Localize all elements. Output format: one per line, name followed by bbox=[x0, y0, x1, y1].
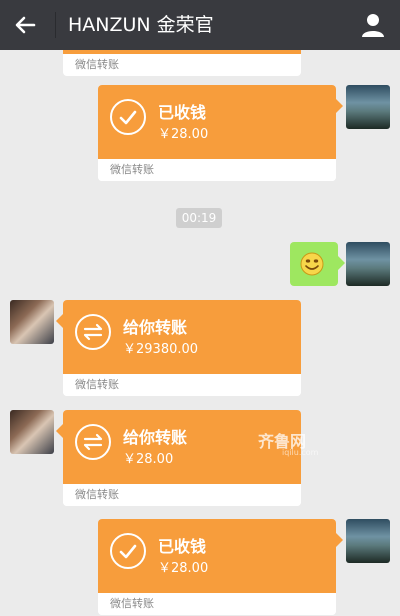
transfer-arrows-icon bbox=[75, 314, 111, 350]
chat-title: HANZUN 金荣官 bbox=[68, 14, 214, 36]
transfer-card-body: 已收钱 ￥28.00 bbox=[98, 85, 343, 159]
transfer-status: 给你转账 bbox=[123, 318, 188, 337]
transfer-status: 已收钱 bbox=[158, 103, 207, 122]
check-circle-icon bbox=[110, 99, 146, 135]
avatar[interactable] bbox=[346, 85, 390, 129]
back-arrow-icon bbox=[15, 16, 36, 34]
avatar[interactable] bbox=[10, 300, 54, 344]
header-divider bbox=[55, 12, 56, 38]
transfer-card[interactable]: 给你转账 ￥29380.00 微信转账 bbox=[56, 300, 301, 396]
avatar[interactable] bbox=[346, 242, 390, 286]
transfer-card-footer: 微信转账 bbox=[98, 593, 336, 615]
bubble-tail bbox=[336, 99, 343, 113]
transfer-card-body: 给你转账 ￥29380.00 bbox=[56, 300, 301, 374]
bubble-tail bbox=[336, 533, 343, 547]
transfer-amount: ￥29380.00 bbox=[123, 342, 199, 357]
time-label: 00:19 bbox=[176, 208, 222, 228]
transfer-card[interactable]: 给你转账 ￥28.00 微信转账 bbox=[56, 410, 301, 506]
bubble-tail bbox=[338, 256, 345, 270]
transfer-card-footer: 微信转账 bbox=[98, 159, 336, 181]
check-circle-icon bbox=[110, 533, 146, 569]
smile-emoji-icon bbox=[300, 252, 324, 276]
transfer-card[interactable]: 已收钱 ￥28.00 微信转账 bbox=[98, 85, 343, 181]
transfer-amount: ￥28.00 bbox=[123, 452, 174, 467]
transfer-card[interactable]: 微信转账 bbox=[63, 50, 301, 76]
transfer-card-footer: 微信转账 bbox=[63, 484, 301, 506]
top-bar: HANZUN 金荣官 bbox=[0, 0, 400, 50]
transfer-card[interactable]: 已收钱 ￥28.00 微信转账 bbox=[98, 519, 343, 615]
avatar[interactable] bbox=[346, 519, 390, 563]
transfer-amount: ￥28.00 bbox=[158, 127, 209, 142]
profile-icon bbox=[362, 14, 384, 37]
transfer-status: 已收钱 bbox=[158, 537, 207, 556]
transfer-status: 给你转账 bbox=[123, 428, 188, 447]
transfer-card-footer: 微信转账 bbox=[63, 54, 301, 76]
profile-button[interactable] bbox=[358, 10, 388, 40]
transfer-card-body bbox=[63, 50, 301, 54]
transfer-card-body: 已收钱 ￥28.00 bbox=[98, 519, 343, 593]
emoji-message-bubble[interactable] bbox=[290, 242, 345, 286]
transfer-amount: ￥28.00 bbox=[158, 561, 209, 576]
back-button[interactable] bbox=[10, 10, 40, 40]
bubble-tail bbox=[56, 314, 63, 328]
avatar[interactable] bbox=[10, 410, 54, 454]
watermark-url: iqilu.com bbox=[282, 448, 319, 457]
bubble-tail bbox=[56, 424, 63, 438]
transfer-arrows-icon bbox=[75, 424, 111, 460]
transfer-card-footer: 微信转账 bbox=[63, 374, 301, 396]
chat-area[interactable]: 微信转账 已收钱 ￥28.00 微信转账 00:19 给你转账 ￥29380.0… bbox=[0, 50, 400, 616]
